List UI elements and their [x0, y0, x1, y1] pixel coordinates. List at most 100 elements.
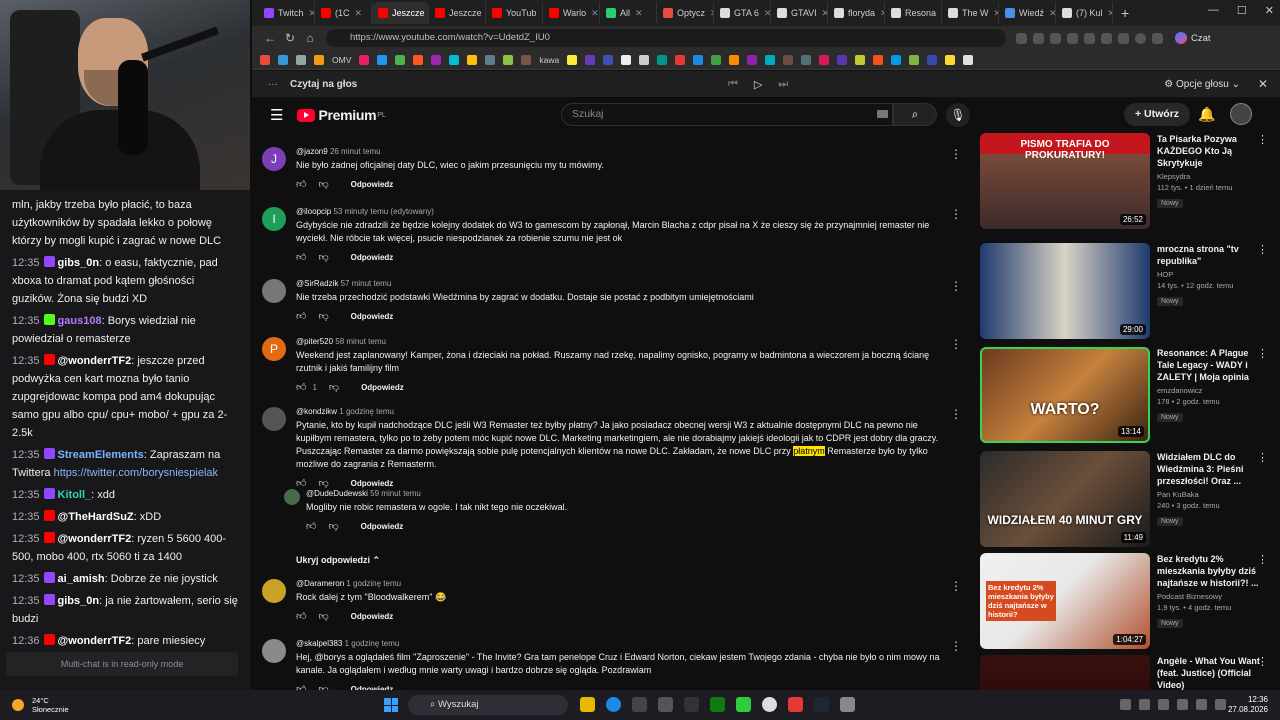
xbox-icon[interactable]	[710, 697, 725, 712]
back-icon[interactable]: ←	[260, 31, 280, 45]
comment-time[interactable]: 1 godzinę temu	[345, 639, 400, 648]
bookmark-icon[interactable]	[449, 54, 460, 65]
video-title[interactable]: Ta Pisarka Pozywa KAŻDEGO Kto Ją Skrytyk…	[1157, 133, 1267, 169]
browser-tab[interactable]: Warlo ✕	[543, 2, 600, 24]
browser-tab[interactable]: Optycz✕	[657, 2, 714, 24]
app-icon[interactable]	[736, 697, 751, 712]
browser-tab[interactable]: Twitch✕	[258, 2, 315, 24]
reply-button[interactable]: Odpowiedz	[361, 522, 404, 531]
menu-icon[interactable]	[1152, 32, 1163, 44]
tab-close-icon[interactable]: ✕	[1049, 8, 1055, 19]
extension-icon[interactable]	[1050, 32, 1061, 44]
comment-time[interactable]: 26 minut temu	[330, 147, 381, 156]
bookmark-icon[interactable]	[296, 54, 306, 65]
like-icon[interactable]: 👍︎	[296, 477, 306, 489]
tab-close-icon[interactable]: ✕	[591, 8, 599, 19]
comment-author[interactable]: @kondzikw	[296, 407, 337, 416]
file-explorer-icon[interactable]	[580, 697, 595, 712]
app-icon[interactable]	[840, 697, 855, 712]
like-icon[interactable]: 👍︎	[296, 251, 306, 263]
video-channel[interactable]: HOP	[1157, 270, 1267, 279]
comment-time[interactable]: 59 minut temu	[370, 489, 421, 498]
reply-button[interactable]: Odpowiedz	[351, 180, 394, 189]
bookmark-icon[interactable]	[485, 54, 496, 65]
video-thumbnail[interactable]: WARTO? 13:14	[980, 347, 1150, 443]
weather-widget[interactable]: 24°C Słonecznie	[12, 696, 69, 714]
browser-tab[interactable]: GTAVI✕	[771, 2, 828, 24]
comment-author[interactable]: @SirRadzik	[296, 279, 338, 288]
dislike-icon[interactable]: 👎︎	[318, 610, 328, 622]
bookmark-icon[interactable]	[891, 54, 902, 65]
comment-avatar[interactable]: P	[262, 337, 286, 361]
bookmark-icon[interactable]	[467, 54, 478, 65]
comment-avatar[interactable]	[284, 489, 300, 505]
extension-icon[interactable]	[1084, 32, 1095, 44]
video-thumbnail[interactable]	[980, 655, 1150, 690]
youtube-logo[interactable]: Premium PL	[297, 107, 386, 123]
bookmark-icon[interactable]	[521, 54, 532, 65]
next-icon[interactable]: ⏭	[778, 78, 788, 91]
star-icon[interactable]	[1033, 32, 1044, 44]
store-icon[interactable]	[632, 697, 647, 712]
dislike-icon[interactable]: 👎︎	[318, 178, 328, 190]
browser-tab[interactable]: All ✕	[600, 2, 657, 24]
comment-author[interactable]: @Darameron	[296, 579, 344, 588]
app-icon[interactable]	[658, 697, 673, 712]
app-icon[interactable]	[788, 697, 803, 712]
browser-tab[interactable]: (7) Kul✕	[1056, 2, 1113, 24]
recommended-video[interactable]: PISMO TRAFIA DO PROKURATURY! 26:52 Ta Pisa…	[980, 133, 1270, 229]
bookmark-icon[interactable]	[603, 54, 614, 65]
new-tab-button[interactable]: +	[1113, 5, 1137, 21]
bookmark-icon[interactable]	[765, 54, 776, 65]
edge-icon[interactable]	[606, 697, 621, 712]
network-icon[interactable]	[1196, 699, 1207, 710]
account-avatar[interactable]	[1230, 103, 1252, 125]
browser-tab[interactable]: floryda✕	[828, 2, 885, 24]
like-icon[interactable]: 👍︎	[296, 610, 306, 622]
bookmark-icon[interactable]	[711, 54, 722, 65]
comment-time[interactable]: 1 godzinę temu	[339, 407, 394, 416]
comment-time[interactable]: 58 minut temu	[335, 337, 386, 346]
recommended-video[interactable]: Bez kredytu 2% mieszkania byłyby dziś na…	[980, 553, 1270, 649]
like-icon[interactable]: 👍︎	[296, 310, 306, 322]
dislike-icon[interactable]: 👎︎	[329, 381, 339, 393]
bookmark-icon[interactable]	[729, 54, 740, 65]
profile-icon[interactable]	[1135, 32, 1146, 44]
video-menu-icon[interactable]: ⋮	[1257, 243, 1268, 256]
terminal-icon[interactable]	[684, 697, 699, 712]
extension-icon[interactable]	[1118, 32, 1129, 44]
hamburger-menu-icon[interactable]: ☰	[270, 106, 283, 124]
like-icon[interactable]: 👍︎	[296, 683, 306, 690]
comment-menu-icon[interactable]: ⋮	[950, 147, 962, 161]
bookmark-icon[interactable]	[431, 54, 442, 65]
bookmark-icon[interactable]	[260, 54, 270, 65]
close-window-icon[interactable]: ✕	[1265, 4, 1274, 17]
extension-icon[interactable]	[1016, 32, 1027, 44]
video-menu-icon[interactable]: ⋮	[1257, 347, 1268, 360]
video-thumbnail[interactable]: WIDZIAŁEM 40 MINUT GRY 11:49	[980, 451, 1150, 547]
browser-tab[interactable]: Wiedź ✕	[999, 2, 1056, 24]
bookmark-icon[interactable]	[927, 54, 938, 65]
tray-icon[interactable]	[1177, 699, 1188, 710]
create-button[interactable]: + Utwórz	[1124, 103, 1190, 126]
bookmark-icon[interactable]	[747, 54, 758, 65]
bookmark-icon[interactable]	[314, 54, 324, 65]
tab-close-icon[interactable]: ✕	[355, 8, 363, 19]
comment-avatar[interactable]	[262, 579, 286, 603]
notifications-bell-icon[interactable]: 🔔	[1198, 106, 1215, 123]
bookmark-icon[interactable]	[395, 54, 406, 65]
comment-author[interactable]: @skalpel383	[296, 639, 342, 648]
dislike-icon[interactable]: 👎︎	[318, 477, 328, 489]
comment-menu-icon[interactable]: ⋮	[950, 279, 962, 293]
keyboard-icon[interactable]	[877, 110, 888, 118]
comment-author[interactable]: @jazon9	[296, 147, 328, 156]
browser-tab[interactable]: The W✕	[942, 2, 999, 24]
comment-menu-icon[interactable]: ⋮	[950, 407, 962, 421]
bookmark-icon[interactable]	[359, 54, 370, 65]
comment-avatar[interactable]	[262, 279, 286, 303]
bookmark-icon[interactable]	[585, 54, 596, 65]
comment-avatar[interactable]: I	[262, 207, 286, 231]
tray-icon[interactable]	[1158, 699, 1169, 710]
comment-menu-icon[interactable]: ⋮	[950, 207, 962, 221]
dislike-icon[interactable]: 👎︎	[318, 310, 328, 322]
